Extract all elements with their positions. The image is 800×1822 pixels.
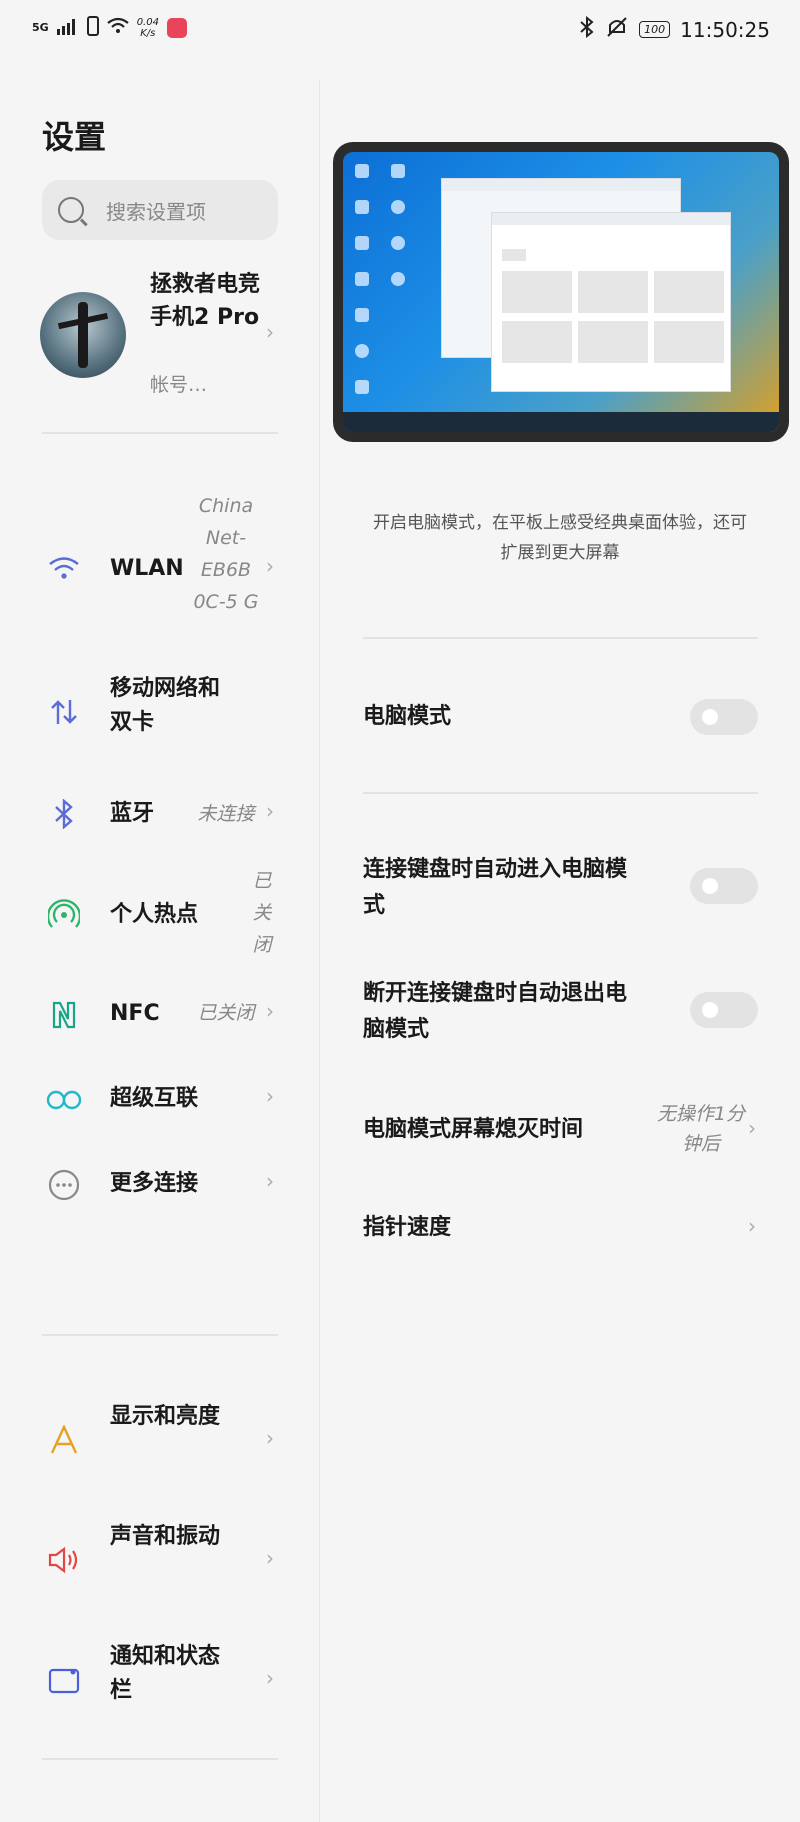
sidebar-item-label: 移动网络和双卡 <box>110 676 221 735</box>
hotspot-icon <box>48 899 80 931</box>
auto-enter-row: 连接键盘时自动进入电脑模式 <box>363 852 758 928</box>
sidebar-item-bluetooth[interactable]: 蓝牙 未连接 › <box>40 785 280 845</box>
preview-taskbar <box>343 412 779 432</box>
app-notification-icon <box>166 17 187 38</box>
sidebar-item-label: 个人热点 <box>110 902 199 927</box>
chevron-right-icon: › <box>748 1214 756 1238</box>
chevron-right-icon: › <box>266 1169 274 1193</box>
chevron-right-icon: › <box>748 1116 756 1140</box>
bluetooth-icon <box>48 798 80 830</box>
hotspot-status: 已关闭 <box>252 870 272 956</box>
sidebar-item-super-connect[interactable]: 超级互联 › <box>40 1070 280 1130</box>
bluetooth-status: 未连接 <box>197 803 255 825</box>
account-subtitle: 帐号… <box>150 374 208 396</box>
divider <box>42 1334 278 1336</box>
nfc-status: 已关闭 <box>197 1002 255 1024</box>
wlan-network-name: China Net-EB6B 0C-5 G <box>193 495 259 613</box>
sidebar-item-label: WLAN <box>110 556 184 581</box>
preview-window <box>491 212 731 392</box>
mute-icon <box>605 16 629 43</box>
network-type: 5G <box>32 20 49 34</box>
sidebar-item-label: NFC <box>110 1001 160 1026</box>
screen-off-time-label: 电脑模式屏幕熄灭时间 <box>363 1117 584 1142</box>
pc-mode-row: 电脑模式 <box>363 697 758 737</box>
desktop-screen <box>343 152 779 432</box>
pointer-speed-row[interactable]: 指针速度 › <box>363 1208 758 1248</box>
notification-icon <box>48 1664 80 1696</box>
wifi-status-icon <box>107 17 129 38</box>
sidebar-item-nfc[interactable]: NFC 已关闭 › <box>40 985 280 1045</box>
screen-off-time-row[interactable]: 电脑模式屏幕熄灭时间 无操作1分钟后 › <box>363 1096 758 1166</box>
sidebar-item-label: 蓝牙 <box>110 801 155 826</box>
chevron-right-icon: › <box>266 320 274 344</box>
sidebar-item-label: 超级互联 <box>110 1086 199 1111</box>
divider <box>363 792 758 794</box>
super-connect-icon <box>44 1084 84 1116</box>
sound-icon <box>48 1544 80 1576</box>
chevron-right-icon: › <box>266 799 274 823</box>
chevron-right-icon: › <box>266 1546 274 1570</box>
wifi-icon <box>48 553 80 585</box>
settings-sidebar: 设置 搜索设置项 拯救者电竞手机2 Pro 帐号… › WLAN China N… <box>0 60 320 1822</box>
status-bar: 5G 0.04 K/s 100 11:50:25 <box>0 0 800 60</box>
clock: 11:50:25 <box>680 17 770 42</box>
page-title: 设置 <box>42 118 107 156</box>
chevron-right-icon: › <box>266 554 274 578</box>
chevron-right-icon: › <box>266 1666 274 1690</box>
avatar <box>40 292 126 378</box>
sidebar-item-hotspot[interactable]: 个人热点 已关闭 <box>40 865 280 965</box>
sidebar-item-mobile-network[interactable]: 移动网络和双卡 <box>40 672 280 752</box>
account-entry[interactable]: 拯救者电竞手机2 Pro 帐号… › <box>40 268 280 398</box>
divider <box>363 637 758 639</box>
mobile-data-icon <box>48 696 80 728</box>
sidebar-item-label: 更多连接 <box>110 1171 199 1196</box>
account-name: 拯救者电竞手机2 Pro <box>150 272 261 330</box>
pc-mode-toggle[interactable] <box>690 699 758 735</box>
divider <box>42 1758 278 1760</box>
auto-enter-toggle[interactable] <box>690 868 758 904</box>
pc-mode-preview-image <box>333 142 789 442</box>
search-placeholder: 搜索设置项 <box>106 199 206 224</box>
battery-indicator: 100 <box>639 21 671 38</box>
auto-exit-toggle[interactable] <box>690 992 758 1028</box>
more-connections-icon <box>48 1169 80 1201</box>
sidebar-item-label: 通知和状态栏 <box>110 1644 221 1703</box>
auto-exit-row: 断开连接键盘时自动退出电脑模式 <box>363 976 758 1052</box>
sidebar-item-sound[interactable]: 声音和振动 › <box>40 1520 280 1600</box>
chevron-right-icon: › <box>266 999 274 1023</box>
sim-icon <box>86 16 99 39</box>
screen-off-time-value: 无操作1分钟后 <box>656 1103 746 1155</box>
auto-exit-label: 断开连接键盘时自动退出电脑模式 <box>363 981 628 1042</box>
pointer-speed-label: 指针速度 <box>363 1215 452 1240</box>
signal-icon <box>56 17 79 38</box>
sidebar-item-more-connections[interactable]: 更多连接 › <box>40 1155 280 1215</box>
search-icon <box>58 197 84 223</box>
sidebar-item-label: 声音和振动 <box>110 1524 221 1549</box>
divider <box>42 432 278 434</box>
pc-mode-description: 开启电脑模式，在平板上感受经典桌面体验，还可扩展到更大屏幕 <box>373 513 747 563</box>
pc-mode-label: 电脑模式 <box>363 704 452 729</box>
display-icon <box>48 1424 80 1456</box>
network-speed: 0.04 K/s <box>136 16 159 39</box>
auto-enter-label: 连接键盘时自动进入电脑模式 <box>363 857 628 918</box>
chevron-right-icon: › <box>266 1084 274 1108</box>
sidebar-item-display[interactable]: 显示和亮度 › <box>40 1400 280 1480</box>
sidebar-item-wlan[interactable]: WLAN China Net-EB6B 0C-5 G › <box>40 490 280 650</box>
nfc-icon <box>48 999 80 1031</box>
chevron-right-icon: › <box>266 1426 274 1450</box>
bluetooth-status-icon <box>579 15 595 43</box>
sidebar-item-notifications[interactable]: 通知和状态栏 › <box>40 1640 280 1720</box>
sidebar-item-label: 显示和亮度 <box>110 1404 221 1429</box>
search-input[interactable]: 搜索设置项 <box>42 180 278 240</box>
